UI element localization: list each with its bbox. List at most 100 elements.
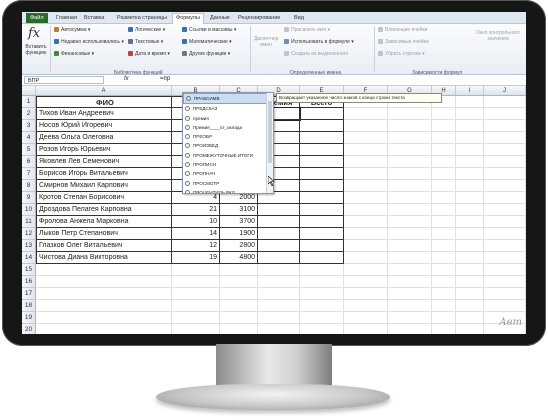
row-header[interactable]: 11 [22, 216, 36, 228]
cell[interactable]: Кротов Степан Борисович [36, 192, 172, 204]
cell[interactable] [456, 216, 484, 228]
cell[interactable] [220, 276, 258, 288]
row-header[interactable]: 10 [22, 204, 36, 216]
cell[interactable] [388, 312, 432, 324]
cell[interactable] [484, 300, 526, 312]
cell[interactable] [484, 144, 526, 156]
cell[interactable] [432, 252, 456, 264]
cell[interactable]: 3700 [220, 216, 258, 228]
cell[interactable]: Фролова Анжела Марковна [36, 216, 172, 228]
cell[interactable] [456, 192, 484, 204]
autocomplete-item[interactable]: ПРОПИСН [183, 160, 273, 169]
cell[interactable] [484, 228, 526, 240]
fx-label[interactable]: fx [124, 76, 129, 82]
cell[interactable] [220, 312, 258, 324]
autocomplete-item[interactable]: ПРОМЕЖУТОЧНЫЕ.ИТОГИ [183, 151, 273, 160]
cell[interactable] [300, 108, 344, 120]
cell[interactable] [484, 156, 526, 168]
cell[interactable] [344, 132, 388, 144]
autocomplete-item[interactable]: ПРОПНАЧ [183, 169, 273, 178]
cell[interactable]: 10 [172, 216, 220, 228]
insert-function-button[interactable]: Вставить функцию [24, 44, 48, 56]
cell[interactable] [344, 276, 388, 288]
cell[interactable] [300, 132, 344, 144]
cell[interactable]: Борисов Игорь Витальевич [36, 168, 172, 180]
row-header[interactable]: 6 [22, 156, 36, 168]
cell[interactable]: 4800 [220, 252, 258, 264]
name-box[interactable]: ВПР [24, 76, 104, 84]
autocomplete-item[interactable]: ПРЕОБР [183, 132, 273, 141]
financial-functions-button[interactable]: Финансовые ▾ [54, 51, 94, 57]
autocomplete-item[interactable]: ПРОЦЕНТИЛЬ.ВКЛ [183, 188, 273, 193]
cell[interactable] [300, 240, 344, 252]
cell[interactable]: 1900 [220, 228, 258, 240]
recent-functions-button[interactable]: Недавно использовались ▾ [54, 39, 124, 45]
cell[interactable] [432, 276, 456, 288]
cell[interactable] [344, 288, 388, 300]
cell[interactable] [258, 324, 300, 334]
cell[interactable] [344, 228, 388, 240]
cell[interactable]: Розов Игорь Юрьевич [36, 144, 172, 156]
cell[interactable] [484, 132, 526, 144]
autocomplete-item[interactable]: ПРАВСИМВ [183, 93, 273, 105]
cell[interactable] [388, 240, 432, 252]
row-header[interactable]: 1 [22, 96, 36, 108]
tab-data[interactable]: Данные [210, 14, 230, 22]
cell[interactable] [258, 264, 300, 276]
autocomplete-item[interactable]: Премия____от_оклада [183, 123, 273, 132]
cell[interactable] [300, 288, 344, 300]
row-header[interactable]: 3 [22, 120, 36, 132]
cell[interactable] [388, 156, 432, 168]
cell[interactable]: Лыков Петр Степанович [36, 228, 172, 240]
cell[interactable] [456, 240, 484, 252]
cell[interactable] [258, 300, 300, 312]
trace-dependents-button[interactable]: Зависимые ячейки [378, 39, 429, 45]
cell[interactable] [456, 120, 484, 132]
cell[interactable] [220, 300, 258, 312]
cell[interactable] [432, 144, 456, 156]
cell[interactable] [388, 192, 432, 204]
cell[interactable] [388, 144, 432, 156]
create-from-selection-button[interactable]: Создать из выделенного [284, 51, 348, 57]
cell[interactable] [388, 300, 432, 312]
tab-formulas[interactable]: Формулы [172, 13, 204, 24]
cell[interactable] [172, 288, 220, 300]
cell[interactable] [456, 252, 484, 264]
cell[interactable] [344, 312, 388, 324]
cell[interactable] [456, 156, 484, 168]
cell[interactable] [432, 228, 456, 240]
cell[interactable] [300, 144, 344, 156]
cell[interactable] [300, 168, 344, 180]
row-header[interactable]: 17 [22, 288, 36, 300]
cell[interactable] [36, 264, 172, 276]
cell[interactable] [344, 168, 388, 180]
cell[interactable] [432, 288, 456, 300]
cell[interactable] [484, 168, 526, 180]
cell[interactable] [300, 192, 344, 204]
cell[interactable] [432, 312, 456, 324]
cell[interactable] [300, 204, 344, 216]
tab-home[interactable]: Главная [56, 14, 77, 22]
cell[interactable] [258, 276, 300, 288]
row-header[interactable]: 15 [22, 264, 36, 276]
cell[interactable] [456, 108, 484, 120]
cell[interactable] [220, 264, 258, 276]
tab-file[interactable]: Файл [26, 13, 48, 23]
cell[interactable] [172, 300, 220, 312]
lookup-functions-button[interactable]: Ссылки и массивы ▾ [182, 27, 236, 33]
cell[interactable] [388, 120, 432, 132]
autocomplete-item[interactable]: премия [183, 114, 273, 123]
cell[interactable] [432, 264, 456, 276]
cell[interactable] [432, 108, 456, 120]
autocomplete-item[interactable]: ПРОИЗВЕД [183, 141, 273, 150]
cell[interactable]: 12 [172, 240, 220, 252]
cell[interactable] [36, 288, 172, 300]
row-header[interactable]: 16 [22, 276, 36, 288]
math-functions-button[interactable]: Математические ▾ [182, 39, 232, 45]
cell[interactable] [344, 192, 388, 204]
cell[interactable] [388, 204, 432, 216]
cell[interactable] [484, 180, 526, 192]
cell[interactable] [456, 168, 484, 180]
cell[interactable] [344, 252, 388, 264]
cell[interactable] [484, 108, 526, 120]
